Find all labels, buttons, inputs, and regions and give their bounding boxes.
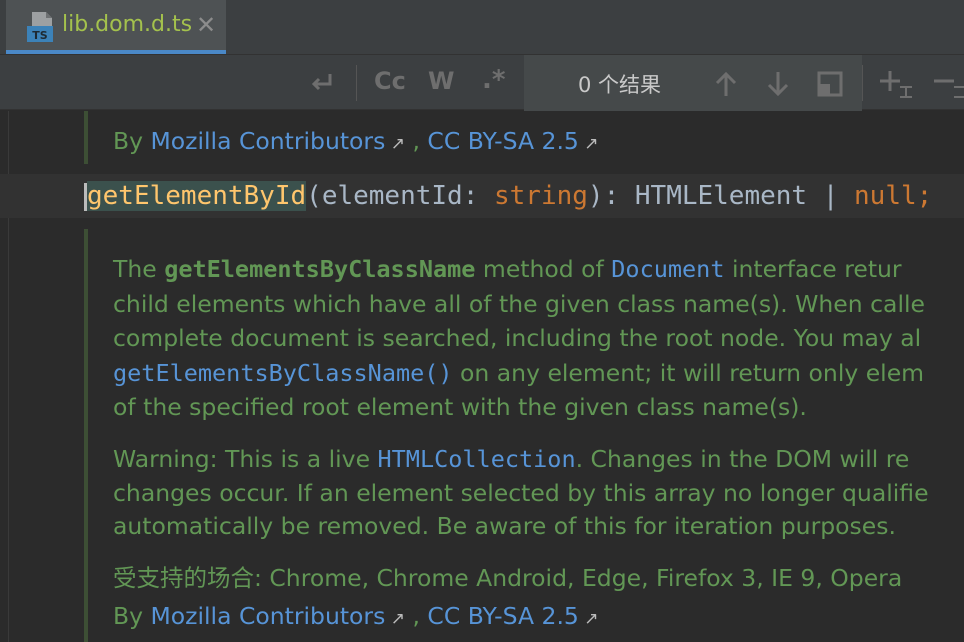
external-link-icon: ↗ [578, 609, 599, 629]
license-link[interactable]: CC BY-SA 2.5 [427, 127, 578, 155]
code-return-type: ): HTMLElement | [587, 181, 855, 211]
tab-lib-dom[interactable]: TS lib.dom.d.ts ✕ [6, 0, 226, 54]
filter-search-results-icon[interactable] [817, 71, 843, 97]
doc-line: of the specified root element with the g… [113, 393, 807, 421]
doc-attribution: By Mozilla Contributors ↗ , CC BY-SA 2.5… [113, 602, 599, 630]
doc-attribution-top: By Mozilla Contributors ↗ , CC BY-SA 2.5… [113, 127, 599, 155]
function-name[interactable]: getElementById [87, 181, 307, 211]
add-occurrence-icon[interactable] [878, 69, 914, 99]
mozilla-contributors-link[interactable]: Mozilla Contributors [151, 602, 386, 630]
external-link-icon: ↗ [385, 609, 405, 629]
next-occurrence-icon[interactable] [765, 70, 791, 98]
by-label: By [113, 602, 151, 630]
getelementsbyclassname-link[interactable]: getElementsByClassName() [113, 359, 453, 387]
code-punctuation: ( [306, 181, 322, 211]
doc-line: automatically be removed. Be aware of th… [113, 512, 896, 540]
mozilla-contributors-link[interactable]: Mozilla Contributors [151, 127, 386, 155]
doc-line: child elements which have all of the giv… [113, 290, 925, 318]
results-area [524, 55, 862, 111]
code-type-keyword: string [494, 181, 588, 211]
external-link-icon: ↗ [578, 134, 599, 154]
browser-support-line: 受支持的场合: Chrome, Chrome Android, Edge, Fi… [113, 564, 903, 592]
separator: , [405, 127, 428, 155]
remove-occurrence-icon[interactable] [932, 69, 964, 99]
typescript-file-icon: TS [27, 12, 53, 42]
doc-line: complete document is searched, including… [113, 324, 922, 352]
toolbar-divider [356, 65, 357, 101]
editor-tab-bar: TS lib.dom.d.ts ✕ [0, 0, 964, 54]
toolbar-divider [862, 65, 863, 101]
document-link[interactable]: Document [611, 255, 724, 283]
find-toolbar: Cc W .* 0 个结果 [0, 54, 964, 111]
doc-line: getElementsByClassName() on any element;… [113, 359, 925, 387]
code-null-keyword: null [854, 181, 917, 211]
close-icon[interactable]: ✕ [196, 11, 216, 40]
htmlcollection-link[interactable]: HTMLCollection [378, 445, 576, 473]
doc-comment-marker [84, 111, 88, 164]
code-semicolon: ; [916, 181, 933, 211]
license-link[interactable]: CC BY-SA 2.5 [427, 602, 578, 630]
inline-code: getElementsByClassName [164, 255, 476, 283]
code-line[interactable]: getElementById(elementId: string): HTMLE… [87, 181, 932, 211]
whole-words-button[interactable]: W [428, 67, 454, 95]
typescript-file-icon-label: TS [32, 29, 48, 42]
tab-title[interactable]: lib.dom.d.ts [62, 12, 192, 37]
doc-line: changes occur. If an element selected by… [113, 479, 929, 507]
replace-in-selection-icon[interactable] [308, 71, 338, 95]
code-editor[interactable]: By Mozilla Contributors ↗ , CC BY-SA 2.5… [0, 111, 964, 642]
search-results-count: 0 个结果 [578, 73, 662, 97]
previous-occurrence-icon[interactable] [713, 70, 739, 98]
by-label: By [113, 127, 151, 155]
separator: , [405, 602, 428, 630]
doc-line: The getElementsByClassName method of Doc… [113, 255, 902, 283]
match-case-button[interactable]: Cc [374, 67, 406, 95]
doc-line: Warning: This is a live HTMLCollection. … [113, 445, 910, 473]
regex-button[interactable]: .* [482, 65, 505, 95]
doc-comment-marker [84, 229, 88, 642]
code-parameter: elementId: [321, 181, 494, 211]
external-link-icon: ↗ [385, 134, 405, 154]
